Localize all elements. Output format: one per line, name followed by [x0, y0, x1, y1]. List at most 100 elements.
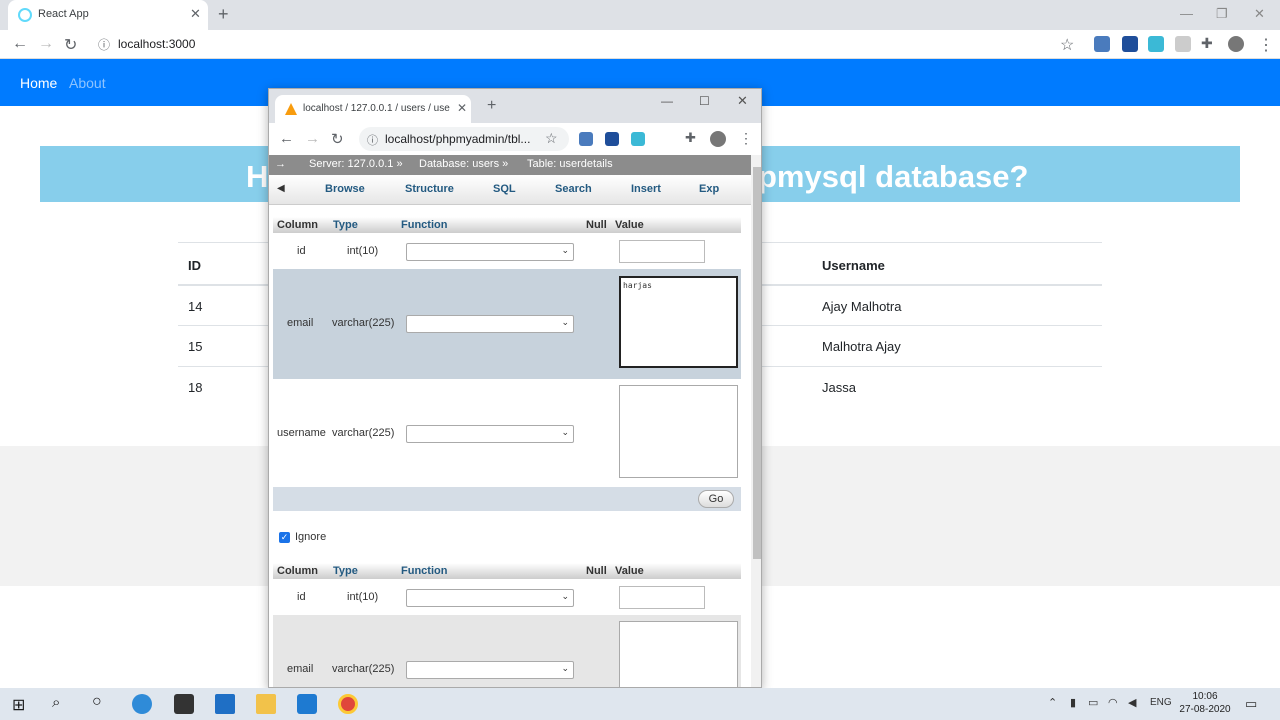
value-textarea[interactable]: [619, 385, 738, 478]
tab-title: React App: [38, 8, 89, 20]
cortana-icon[interactable]: ○: [92, 693, 102, 711]
breadcrumb-arrow-icon[interactable]: →: [275, 158, 286, 170]
back-icon[interactable]: ←: [279, 130, 294, 147]
minimize-icon[interactable]: —: [661, 94, 673, 108]
popup-tab[interactable]: localhost / 127.0.0.1 / users / use ✕: [275, 95, 471, 123]
nav-about-link[interactable]: About: [69, 75, 106, 91]
clock-date: 27-08-2020: [1179, 704, 1231, 715]
browser-tab[interactable]: React App ✕: [8, 0, 208, 30]
tab-browse[interactable]: Browse: [325, 183, 365, 195]
close-tab-icon[interactable]: ✕: [190, 6, 201, 22]
close-window-icon[interactable]: ✕: [1254, 6, 1265, 22]
extension-icon[interactable]: [1094, 36, 1110, 52]
maximize-icon[interactable]: ☐: [699, 94, 710, 108]
wifi-icon[interactable]: ◠: [1108, 696, 1118, 709]
cell-username: Ajay Malhotra: [822, 299, 902, 314]
url-field[interactable]: localhost:3000: [118, 37, 195, 51]
col-value-header: Value: [615, 219, 644, 231]
microphone-icon[interactable]: ▮: [1070, 696, 1076, 709]
extension-icon[interactable]: [579, 132, 593, 146]
banner-title-left: H: [246, 159, 269, 194]
extension-icon[interactable]: [1148, 36, 1164, 52]
function-select[interactable]: ⌄: [406, 589, 574, 607]
scrollbar-thumb[interactable]: [753, 167, 761, 559]
function-select[interactable]: ⌄: [406, 661, 574, 679]
chevron-up-icon[interactable]: ⌃: [1048, 696, 1057, 709]
field-type: varchar(225): [332, 317, 395, 329]
phpmyadmin-icon: [285, 103, 297, 115]
nav-home-link[interactable]: Home: [20, 75, 57, 91]
function-select[interactable]: ⌄: [406, 243, 574, 261]
puzzle-icon[interactable]: ✚: [685, 130, 696, 146]
extension-icon[interactable]: [631, 132, 645, 146]
search-icon[interactable]: ⌕: [52, 694, 60, 711]
edge-icon[interactable]: [132, 694, 152, 714]
popup-tab-title: localhost / 127.0.0.1 / users / use: [303, 103, 450, 114]
windows-start-icon[interactable]: ⊞: [12, 695, 25, 715]
function-select[interactable]: ⌄: [406, 315, 574, 333]
breadcrumb-table[interactable]: Table: userdetails: [527, 158, 613, 170]
pma-tabs: ◀ Browse Structure SQL Search Insert Exp: [269, 175, 761, 205]
maximize-icon[interactable]: ❐: [1216, 6, 1228, 22]
breadcrumb-database[interactable]: Database: users »: [419, 158, 508, 170]
extension-icon[interactable]: [1122, 36, 1138, 52]
scroll-left-icon[interactable]: ◀: [277, 183, 285, 194]
tab-insert[interactable]: Insert: [631, 183, 661, 195]
info-icon[interactable]: ⓘ: [98, 36, 110, 53]
forward-icon[interactable]: →: [38, 35, 54, 53]
extension-icon[interactable]: [605, 132, 619, 146]
value-input[interactable]: [619, 240, 705, 263]
value-textarea[interactable]: [619, 621, 738, 687]
notification-icon[interactable]: ▭: [1245, 696, 1257, 712]
col-function-header: Function: [401, 565, 448, 577]
star-icon[interactable]: ☆: [545, 130, 558, 147]
avatar[interactable]: [1228, 36, 1244, 52]
reload-icon[interactable]: ↻: [331, 130, 344, 148]
tab-search[interactable]: Search: [555, 183, 592, 195]
popup-address-bar: ← → ↻ ⓘ localhost/phpmyadmin/tbl... ☆ ✚ …: [269, 123, 761, 155]
scrollbar[interactable]: [751, 155, 761, 687]
phpmyadmin-window: localhost / 127.0.0.1 / users / use ✕ + …: [268, 88, 762, 688]
info-icon: ⓘ: [367, 135, 378, 147]
field-type: int(10): [347, 245, 379, 257]
shield-icon[interactable]: [1175, 36, 1191, 52]
volume-icon[interactable]: ◀: [1128, 696, 1136, 709]
battery-icon[interactable]: ▭: [1088, 696, 1098, 709]
function-select[interactable]: ⌄: [406, 425, 574, 443]
vscode-icon[interactable]: [297, 694, 317, 714]
close-window-icon[interactable]: ✕: [737, 93, 748, 109]
mail-icon[interactable]: [215, 694, 235, 714]
value-textarea[interactable]: harjas: [619, 276, 738, 368]
menu-icon[interactable]: ⋮: [739, 130, 753, 147]
forward-icon[interactable]: →: [305, 130, 320, 147]
field-type: varchar(225): [332, 427, 395, 439]
tab-structure[interactable]: Structure: [405, 183, 454, 195]
store-icon[interactable]: [174, 694, 194, 714]
breadcrumb-server[interactable]: Server: 127.0.0.1 »: [309, 158, 403, 170]
star-icon[interactable]: ☆: [1060, 35, 1074, 55]
go-button[interactable]: Go: [698, 490, 734, 508]
popup-url-field[interactable]: ⓘ localhost/phpmyadmin/tbl...: [359, 127, 569, 151]
puzzle-icon[interactable]: ✚: [1201, 35, 1213, 52]
banner-title-right: pmysql database?: [758, 159, 1029, 194]
new-tab-icon[interactable]: +: [487, 97, 496, 115]
ignore-checkbox[interactable]: ✓: [279, 532, 290, 543]
language-indicator[interactable]: ENG: [1150, 697, 1172, 708]
browser-tabbar: React App ✕ + — ❐ ✕: [0, 0, 1280, 30]
minimize-icon[interactable]: —: [1180, 6, 1193, 21]
menu-icon[interactable]: ⋮: [1258, 35, 1274, 55]
insert-header-1: Column Type Function Null Value: [273, 217, 741, 233]
new-tab-icon[interactable]: +: [218, 4, 229, 25]
file-explorer-icon[interactable]: [256, 694, 276, 714]
close-tab-icon[interactable]: ✕: [457, 101, 467, 115]
chevron-down-icon: ⌄: [561, 591, 569, 601]
taskbar-clock[interactable]: 10:06 27-08-2020: [1178, 690, 1232, 716]
chrome-icon[interactable]: [338, 694, 358, 714]
col-type-header: Type: [333, 565, 358, 577]
reload-icon[interactable]: ↻: [64, 35, 77, 55]
back-icon[interactable]: ←: [12, 35, 28, 53]
tab-sql[interactable]: SQL: [493, 183, 516, 195]
value-input[interactable]: [619, 586, 705, 609]
tab-export[interactable]: Exp: [699, 183, 719, 195]
avatar[interactable]: [710, 131, 726, 147]
